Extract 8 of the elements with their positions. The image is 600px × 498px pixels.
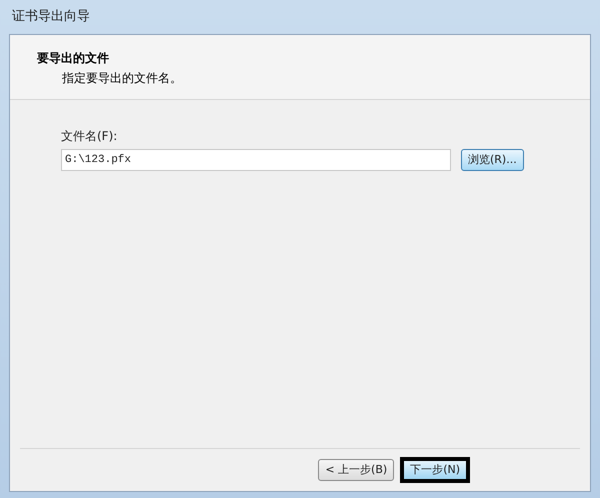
- wizard-button[interactable]: 下一步(N): [400, 457, 470, 483]
- wizard-button[interactable]: < 上一步(B): [318, 459, 394, 481]
- field-label: 文件名(F):: [61, 128, 118, 145]
- section-subtitle: 指定要导出的文件名。: [61, 70, 183, 87]
- file-name-field[interactable]: G:\123.pfx: [61, 149, 451, 171]
- window-title: 证书导出向导: [12, 8, 90, 26]
- section-title: 要导出的文件: [37, 50, 110, 67]
- browse-button[interactable]: 浏览(R)...: [461, 149, 524, 171]
